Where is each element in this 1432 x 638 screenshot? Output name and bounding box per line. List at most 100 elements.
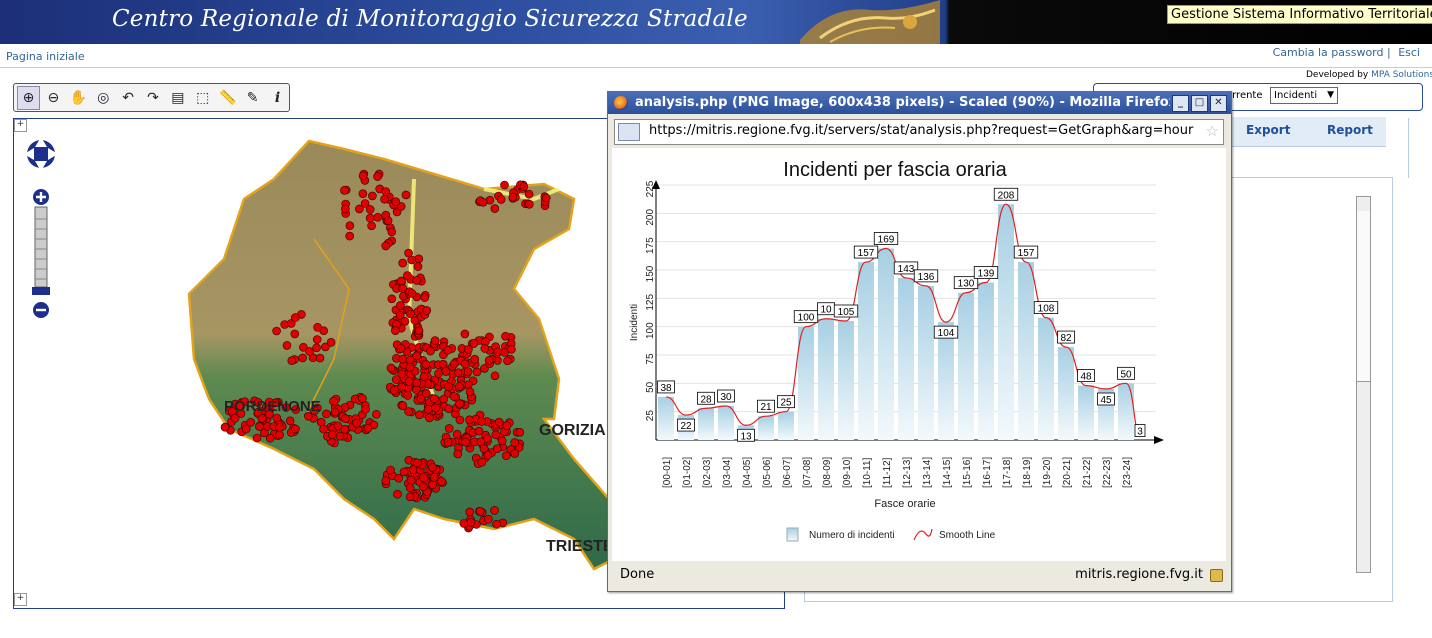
history-back-icon[interactable]: ↶ <box>117 86 140 110</box>
accident-point <box>373 213 383 222</box>
accident-point <box>429 394 439 404</box>
chart-popup-window[interactable]: analysis.php (PNG Image, 600x438 pixels)… <box>607 91 1232 592</box>
popup-titlebar[interactable]: analysis.php (PNG Image, 600x438 pixels)… <box>608 92 1231 114</box>
accident-point <box>425 413 434 423</box>
accident-point <box>399 467 409 477</box>
logout-link[interactable]: Esci <box>1398 46 1420 59</box>
accident-point <box>403 391 413 400</box>
accident-point <box>345 221 355 230</box>
accident-point <box>363 423 373 433</box>
zoom-out-icon[interactable]: ⊖ <box>42 86 65 110</box>
scrollbar-thumb[interactable] <box>1357 211 1370 382</box>
close-button[interactable]: ✕ <box>1210 95 1227 112</box>
measure-ruler-icon[interactable]: 📏 <box>216 86 239 110</box>
history-forward-icon[interactable]: ↷ <box>142 86 165 110</box>
tab-report[interactable]: Report <box>1327 123 1373 137</box>
accident-point <box>358 189 368 198</box>
accident-point <box>449 392 459 401</box>
bar <box>878 248 894 440</box>
bar <box>938 322 954 440</box>
accident-point <box>298 353 307 363</box>
bar <box>698 408 714 440</box>
panel-divider <box>1408 118 1409 178</box>
maximize-button[interactable]: □ <box>1191 95 1208 112</box>
layers-icon[interactable]: ▤ <box>166 86 189 110</box>
incidents-chart: Incidenti per fascia oraria 25 50 75 100 125 1… <box>629 159 1164 542</box>
tab-export[interactable]: Export <box>1246 123 1290 137</box>
accident-point <box>524 189 534 199</box>
bar <box>658 396 674 440</box>
accident-point <box>490 371 500 381</box>
accident-point <box>414 254 424 264</box>
map-label-pordenone: PORDENONE <box>224 398 321 415</box>
vertical-scrollbar[interactable] <box>1356 196 1371 573</box>
accident-point <box>524 200 534 209</box>
home-link[interactable]: Pagina iniziale <box>6 50 85 63</box>
accident-point <box>312 335 322 344</box>
subheader-bar <box>0 45 1432 68</box>
data-label: 104 <box>938 328 955 339</box>
bar <box>958 292 974 440</box>
pan-zoom-control[interactable] <box>24 127 58 322</box>
accident-point <box>502 421 512 431</box>
accident-point <box>493 347 503 357</box>
accident-point <box>397 369 407 379</box>
accident-point <box>475 506 485 516</box>
data-label: 105 <box>838 307 855 318</box>
x-tick-label: [18-19] <box>1022 457 1033 488</box>
accident-point <box>464 345 473 354</box>
x-tick-label: [05-06] <box>762 457 773 488</box>
accident-point <box>413 458 422 468</box>
data-label: 50 <box>1120 369 1132 380</box>
change-password-link[interactable]: Cambia la password | <box>1273 46 1391 59</box>
accident-point <box>421 360 431 369</box>
developer-link[interactable]: MPA Solutions <box>1371 70 1432 80</box>
layer-select[interactable]: Incidenti ▼ <box>1270 87 1338 104</box>
url-text[interactable]: https://mitris.regione.fvg.it/servers/st… <box>649 123 1194 138</box>
accident-point <box>368 191 377 201</box>
accident-point <box>423 404 433 414</box>
pan-hand-icon[interactable]: ✋ <box>67 86 90 110</box>
status-text: Done <box>620 567 655 582</box>
overview-toggle-icon[interactable]: + <box>14 593 27 606</box>
draw-pencil-icon[interactable]: ✎ <box>241 86 264 110</box>
select-area-icon[interactable]: ⬚ <box>191 86 214 110</box>
info-icon[interactable]: i <box>266 86 289 110</box>
accident-point <box>480 344 490 353</box>
data-label: 157 <box>1018 248 1035 259</box>
data-label: 28 <box>700 394 712 405</box>
bookmark-star-icon[interactable]: ☆ <box>1206 122 1219 140</box>
report-tabs: Export Report <box>1229 117 1386 147</box>
accident-point <box>443 437 453 447</box>
accident-point <box>400 317 410 326</box>
chart-title: Incidenti per fascia oraria <box>783 159 1007 181</box>
accident-point <box>455 399 464 409</box>
accident-point <box>386 363 396 373</box>
accident-point <box>326 338 336 347</box>
accident-point <box>405 363 415 372</box>
zoom-in-icon[interactable]: ⊕ <box>17 85 40 110</box>
accident-point <box>327 430 337 440</box>
accident-point <box>501 451 511 461</box>
accident-point <box>444 404 454 414</box>
accident-point <box>418 482 428 492</box>
accident-point <box>490 204 500 213</box>
accident-point <box>492 519 501 529</box>
accident-point <box>285 416 295 426</box>
accident-point <box>397 382 407 392</box>
accident-point <box>459 519 469 528</box>
minimize-button[interactable]: _ <box>1172 95 1189 112</box>
legend-swatch-line <box>913 528 933 541</box>
site-identity-icon[interactable] <box>618 123 640 141</box>
x-tick-label: [15-16] <box>962 457 973 488</box>
accident-point <box>515 427 525 437</box>
accident-point <box>398 354 408 364</box>
accident-point <box>419 372 429 382</box>
x-tick-label: [22-23] <box>1102 457 1113 488</box>
top-links: Cambia la password | Esci <box>1269 46 1420 59</box>
accident-point <box>430 336 440 345</box>
url-bar[interactable]: https://mitris.regione.fvg.it/servers/st… <box>614 119 1224 145</box>
x-tick-label: [04-05] <box>742 457 753 488</box>
zoom-extent-icon[interactable]: ◎ <box>92 86 115 110</box>
data-label: 45 <box>1100 395 1112 406</box>
